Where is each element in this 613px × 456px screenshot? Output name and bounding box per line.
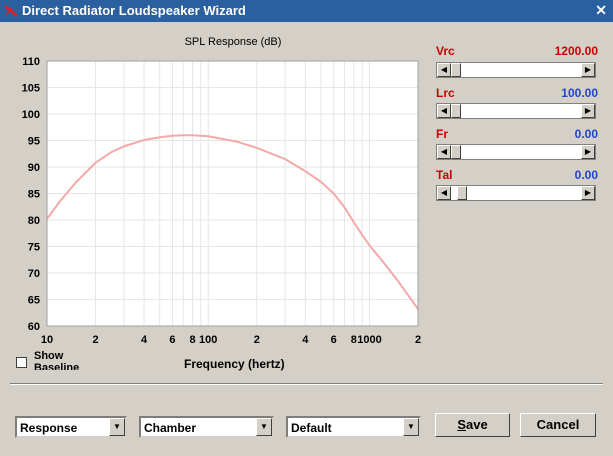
x-tick-label: 4 xyxy=(141,334,148,346)
window-title: Direct Radiator Loudspeaker Wizard xyxy=(22,3,246,18)
preset-select[interactable]: Default ▼ xyxy=(286,416,421,438)
y-tick-label: 100 xyxy=(22,109,40,121)
chevron-down-icon[interactable]: ▼ xyxy=(256,418,272,436)
x-tick-label: 2 xyxy=(415,334,421,346)
save-button[interactable]: Save xyxy=(435,413,510,437)
y-tick-label: 80 xyxy=(28,215,40,227)
y-tick-label: 75 xyxy=(28,242,40,254)
param-label: Vrc xyxy=(436,44,455,58)
view-select-value: Response xyxy=(20,421,78,435)
x-tick-label: 2 xyxy=(92,334,98,346)
close-icon[interactable]: ✕ xyxy=(595,2,607,19)
y-tick-label: 70 xyxy=(28,268,40,280)
y-tick-label: 105 xyxy=(22,83,40,95)
vrc-slider[interactable]: ◀ ▶ xyxy=(436,62,596,78)
scroll-left-icon[interactable]: ◀ xyxy=(437,145,451,159)
x-tick-label: 10 xyxy=(41,334,53,346)
param-label: Fr xyxy=(436,127,448,141)
show-baseline-label[interactable]: Show Baseline xyxy=(34,350,104,370)
param-value: 0.00 xyxy=(574,127,598,141)
scroll-right-icon[interactable]: ▶ xyxy=(581,104,595,118)
slider-thumb[interactable] xyxy=(451,63,461,77)
x-axis-label: Frequency (hertz) xyxy=(184,357,285,371)
x-tick-label: 8 xyxy=(351,334,357,346)
slider-thumb[interactable] xyxy=(451,104,461,118)
y-tick-label: 110 xyxy=(22,56,40,68)
x-tick-label: 8 xyxy=(190,334,196,346)
slider-thumb[interactable] xyxy=(457,186,467,200)
y-tick-label: 85 xyxy=(28,189,40,201)
save-label-rest: ave xyxy=(465,417,488,432)
x-tick-label: 6 xyxy=(169,334,175,346)
x-tick-label: 6 xyxy=(331,334,337,346)
x-tick-label: 4 xyxy=(302,334,309,346)
tal-slider[interactable]: ◀ ▶ xyxy=(436,185,596,201)
enclosure-select-value: Chamber xyxy=(144,421,197,435)
param-value: 0.00 xyxy=(574,168,598,182)
save-mnemonic: S xyxy=(457,417,466,432)
separator xyxy=(10,383,603,385)
x-tick-label: 1000 xyxy=(357,334,381,346)
scroll-right-icon[interactable]: ▶ xyxy=(581,186,595,200)
show-baseline-checkbox[interactable] xyxy=(16,357,27,368)
fr-slider[interactable]: ◀ ▶ xyxy=(436,144,596,160)
param-label: Tal xyxy=(436,168,453,182)
scroll-right-icon[interactable]: ▶ xyxy=(581,145,595,159)
x-tick-label: 100 xyxy=(199,334,217,346)
x-tick-label: 2 xyxy=(254,334,260,346)
chart-title: SPL Response (dB) xyxy=(185,36,282,48)
chevron-down-icon[interactable]: ▼ xyxy=(109,418,125,436)
cancel-button[interactable]: Cancel xyxy=(520,413,596,437)
scroll-right-icon[interactable]: ▶ xyxy=(581,63,595,77)
preset-select-value: Default xyxy=(291,421,332,435)
param-value: 100.00 xyxy=(561,86,598,100)
spl-response-chart: SPL Response (dB) 110 105 100 95 90 85 80 75 70 6… xyxy=(22,36,421,346)
enclosure-select[interactable]: Chamber ▼ xyxy=(139,416,274,438)
y-tick-label: 65 xyxy=(28,295,40,307)
title-bar: Direct Radiator Loudspeaker Wizard ✕ xyxy=(0,0,613,22)
view-select[interactable]: Response ▼ xyxy=(15,416,127,438)
chevron-down-icon[interactable]: ▼ xyxy=(403,418,419,436)
scroll-left-icon[interactable]: ◀ xyxy=(437,63,451,77)
param-label: Lrc xyxy=(436,86,455,100)
window-bottom-border xyxy=(0,451,613,456)
slider-thumb[interactable] xyxy=(451,145,461,159)
param-value: 1200.00 xyxy=(554,44,598,58)
y-tick-label: 60 xyxy=(28,321,40,333)
speaker-wizard-icon xyxy=(4,5,18,17)
scroll-left-icon[interactable]: ◀ xyxy=(437,104,451,118)
lrc-slider[interactable]: ◀ ▶ xyxy=(436,103,596,119)
y-tick-label: 95 xyxy=(28,136,40,148)
scroll-left-icon[interactable]: ◀ xyxy=(437,186,451,200)
y-tick-label: 90 xyxy=(28,162,40,174)
